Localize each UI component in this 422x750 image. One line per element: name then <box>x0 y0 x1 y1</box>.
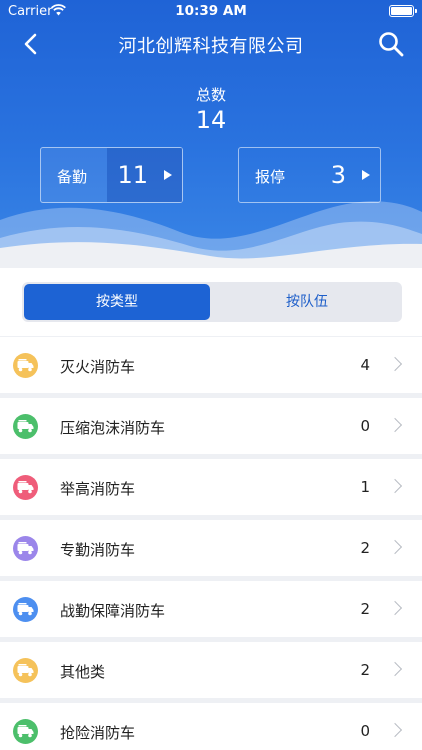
total-label: 总数 <box>195 86 226 104</box>
off-duty-value: 3 <box>330 161 346 189</box>
category-name: 专勤消防车 <box>60 541 136 559</box>
play-arrow-icon <box>362 170 370 180</box>
chevron-right-icon <box>387 356 403 372</box>
list-item[interactable]: 专勤消防车 2 <box>0 520 422 576</box>
chevron-right-icon <box>387 661 403 677</box>
battery-icon <box>389 5 417 17</box>
fire-truck-icon <box>13 353 38 378</box>
fire-truck-icon <box>13 597 38 622</box>
category-name: 其他类 <box>60 663 106 681</box>
total-value: 14 <box>195 106 227 134</box>
category-count: 1 <box>360 478 370 496</box>
fire-truck-icon <box>13 658 38 683</box>
chevron-right-icon <box>387 722 403 738</box>
category-count: 2 <box>360 600 370 618</box>
status-time: 10:39 AM <box>175 3 247 19</box>
page-title: 河北创辉科技有限公司 <box>118 36 304 57</box>
segment-by-type[interactable]: 按类型 <box>24 284 210 320</box>
fire-truck-icon <box>13 475 38 500</box>
category-count: 0 <box>360 417 370 435</box>
list-item[interactable]: 抢险消防车 0 <box>0 703 422 750</box>
category-count: 2 <box>360 539 370 557</box>
chevron-right-icon <box>387 478 403 494</box>
status-bar: Carrier 10:39 AM <box>0 0 422 24</box>
category-name: 压缩泡沫消防车 <box>60 419 166 437</box>
list-item[interactable]: 举高消防车 1 <box>0 459 422 515</box>
category-name: 战勤保障消防车 <box>60 602 166 620</box>
play-arrow-icon <box>164 170 172 180</box>
chevron-right-icon <box>387 417 403 433</box>
off-duty-label: 报停 <box>255 168 286 186</box>
fire-truck-icon <box>13 536 38 561</box>
fire-truck-icon <box>13 719 38 744</box>
segmented-control: 按类型 按队伍 <box>22 282 402 322</box>
category-name: 灭火消防车 <box>60 358 136 376</box>
chevron-right-icon <box>387 600 403 616</box>
category-name: 抢险消防车 <box>60 724 136 742</box>
list-item[interactable]: 其他类 2 <box>0 642 422 698</box>
segment-area: 按类型 按队伍 <box>0 268 422 336</box>
list-item[interactable]: 灭火消防车 4 <box>0 337 422 393</box>
category-count: 2 <box>360 661 370 679</box>
category-count: 4 <box>360 356 370 374</box>
on-duty-card[interactable]: 备勤 11 <box>40 147 183 203</box>
category-list: 灭火消防车 4 压缩泡沫消防车 0 举高消防车 1 专勤消防车 2 战勤保障消防车 2 其他类 2 抢险… <box>0 337 422 750</box>
category-count: 0 <box>360 722 370 740</box>
navigation-bar: 河北创辉科技有限公司 <box>0 24 422 64</box>
on-duty-value: 11 <box>117 161 148 189</box>
chevron-right-icon <box>387 539 403 555</box>
off-duty-card[interactable]: 报停 3 <box>238 147 381 203</box>
list-item[interactable]: 战勤保障消防车 2 <box>0 581 422 637</box>
segment-by-team[interactable]: 按队伍 <box>214 284 400 320</box>
wave-decoration <box>0 201 422 268</box>
on-duty-label: 备勤 <box>57 168 88 186</box>
fire-truck-icon <box>13 414 38 439</box>
category-name: 举高消防车 <box>60 480 136 498</box>
search-icon[interactable] <box>376 29 406 59</box>
list-item[interactable]: 压缩泡沫消防车 0 <box>0 398 422 454</box>
